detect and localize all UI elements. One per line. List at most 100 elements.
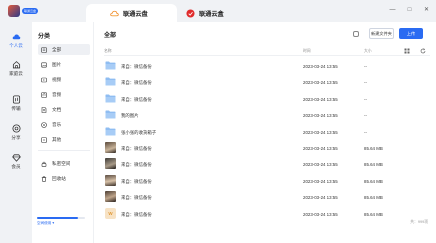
file-size: -- xyxy=(364,64,367,69)
file-name: 来自：微信备份 xyxy=(121,162,152,168)
file-row[interactable]: 来自：微信备份 2023-03-24 13:55 -- xyxy=(104,60,430,73)
tab-unicom-cloud-box[interactable]: 联通云盒 xyxy=(186,4,224,22)
close-icon[interactable]: ✕ xyxy=(423,6,430,13)
file-size: 85.64 MB xyxy=(364,146,383,151)
category-label: 图片 xyxy=(52,61,62,67)
user-avatar[interactable] xyxy=(8,5,20,17)
storage-usage-label[interactable]: 空间使用 ▾ xyxy=(37,221,54,226)
file-size: 85.64 MB xyxy=(364,211,383,217)
app-window: 联通云盘 联通云盘 联通云盒 — □ ✕ 个人云 家庭云 传输 分享 会员 分类… xyxy=(0,0,436,243)
file-name: 来自：微信备份 xyxy=(121,96,152,102)
primary-nav: 个人云 家庭云 传输 分享 会员 xyxy=(0,22,32,243)
transfer-icon xyxy=(12,95,20,104)
file-modified-time: 2023-03-24 13:55 xyxy=(303,96,338,102)
category-all[interactable]: 全部 xyxy=(38,44,90,55)
file-name: 来自：微信备份 xyxy=(121,211,152,217)
column-header-size[interactable]: 大小 xyxy=(364,49,372,54)
nav-item-share[interactable]: 分享 xyxy=(0,124,32,141)
other-icon xyxy=(41,136,47,143)
nav-label: 会员 xyxy=(11,164,21,169)
category-divider xyxy=(38,150,90,151)
category-images[interactable]: 图片 xyxy=(38,59,90,70)
brand-badge: 联通云盘 xyxy=(22,8,39,14)
file-modified-time: 2023-03-24 13:55 xyxy=(303,146,338,151)
image-thumbnail xyxy=(105,174,116,186)
lock-icon xyxy=(41,161,47,167)
tab-label: 联通云盒 xyxy=(199,10,224,18)
file-row[interactable]: W 来自：微信备份 2023-03-24 13:55 85.64 MB xyxy=(104,207,430,221)
file-row[interactable]: 来自：微信备份 2023-03-24 13:55 85.64 MB xyxy=(104,191,430,204)
video-icon xyxy=(41,77,47,82)
category-label: 全部 xyxy=(52,46,62,52)
nav-item-family-cloud[interactable]: 家庭云 xyxy=(0,60,32,77)
category-recycle-bin[interactable]: 回收站 xyxy=(38,173,90,184)
file-size: -- xyxy=(364,96,367,102)
file-row[interactable]: 来自：微信备份 2023-03-24 13:55 85.64 MB xyxy=(104,142,430,155)
category-other[interactable]: 其他 xyxy=(38,134,90,145)
folder-icon xyxy=(105,127,116,136)
category-label: 私密空间 xyxy=(52,160,71,166)
file-name: 来自：微信备份 xyxy=(121,178,152,184)
file-modified-time: 2023-03-24 13:55 xyxy=(303,162,338,168)
table-header: 名称 时间 大小 xyxy=(104,48,430,56)
nav-item-personal-cloud[interactable]: 个人云 xyxy=(0,32,32,49)
image-thumbnail xyxy=(105,191,116,203)
diamond-icon xyxy=(11,154,21,162)
file-modified-time: 2023-03-24 13:55 xyxy=(303,64,338,69)
select-all-checkbox[interactable] xyxy=(353,31,359,37)
file-size: -- xyxy=(364,129,367,135)
file-row[interactable]: 张小张的收货箱子 2023-03-24 13:55 -- xyxy=(104,126,430,139)
category-label: 音频 xyxy=(52,91,62,97)
folder-icon xyxy=(105,77,116,86)
folder-icon xyxy=(105,110,116,119)
refresh-icon[interactable] xyxy=(420,48,426,54)
all-files-icon xyxy=(41,46,47,53)
trash-icon xyxy=(41,176,47,182)
category-videos[interactable]: 视频 xyxy=(38,74,90,85)
file-row[interactable]: 来自：微信备份 2023-03-24 13:55 -- xyxy=(104,93,430,106)
new-folder-button[interactable]: 新建文件夹 xyxy=(369,28,394,39)
file-modified-time: 2023-03-24 13:55 xyxy=(303,113,338,119)
brand: 联通云盘 xyxy=(8,5,39,17)
nav-item-membership[interactable]: 会员 xyxy=(0,153,32,170)
category-documents[interactable]: 文档 xyxy=(38,104,90,115)
upload-button[interactable]: 上传 xyxy=(399,28,423,39)
maximize-icon[interactable]: □ xyxy=(406,6,413,13)
category-audio[interactable]: 音频 xyxy=(38,89,90,100)
file-size: 85.64 MB xyxy=(364,162,383,168)
nav-label: 家庭云 xyxy=(9,71,23,76)
folder-icon xyxy=(105,94,116,103)
file-row[interactable]: 来自：微信备份 2023-03-24 13:55 85.64 MB xyxy=(104,158,430,171)
category-private-space[interactable]: 私密空间 xyxy=(38,158,90,169)
nav-label: 分享 xyxy=(11,135,21,140)
minimize-icon[interactable]: — xyxy=(389,6,396,13)
column-header-name[interactable]: 名称 xyxy=(104,49,112,54)
storage-usage-bar xyxy=(37,217,85,219)
file-size: 85.64 MB xyxy=(364,195,383,201)
category-label: 其他 xyxy=(52,136,62,142)
column-header-modified[interactable]: 时间 xyxy=(303,49,311,54)
file-size: 85.64 MB xyxy=(364,178,383,184)
music-icon xyxy=(41,121,47,128)
file-size: -- xyxy=(364,80,367,86)
share-icon xyxy=(11,124,21,133)
document-icon xyxy=(41,106,47,113)
category-label: 视频 xyxy=(52,76,62,82)
file-modified-time: 2023-03-24 13:55 xyxy=(303,80,338,86)
file-row[interactable]: 我的图片 2023-03-24 13:55 -- xyxy=(104,109,430,122)
file-modified-time: 2023-03-24 13:55 xyxy=(303,211,338,217)
cloud-icon xyxy=(12,34,20,40)
file-row[interactable]: 来自：微信备份 2023-03-24 13:55 85.64 MB xyxy=(104,174,430,188)
tab-unicom-cloud-drive[interactable]: 联通云盘 xyxy=(86,4,177,22)
home-icon xyxy=(12,61,20,69)
folder-icon xyxy=(105,61,116,70)
category-label: 音乐 xyxy=(52,121,62,127)
file-row[interactable]: 来自：微信备份 2023-03-24 13:55 -- xyxy=(104,76,430,89)
audio-icon xyxy=(41,91,47,98)
category-music[interactable]: 音乐 xyxy=(38,119,90,130)
grid-view-icon[interactable] xyxy=(404,48,410,54)
file-name: 我的图片 xyxy=(121,113,139,119)
nav-item-transfer[interactable]: 传输 xyxy=(0,95,32,112)
file-modified-time: 2023-03-24 13:55 xyxy=(303,195,338,201)
category-label: 文档 xyxy=(52,106,62,112)
